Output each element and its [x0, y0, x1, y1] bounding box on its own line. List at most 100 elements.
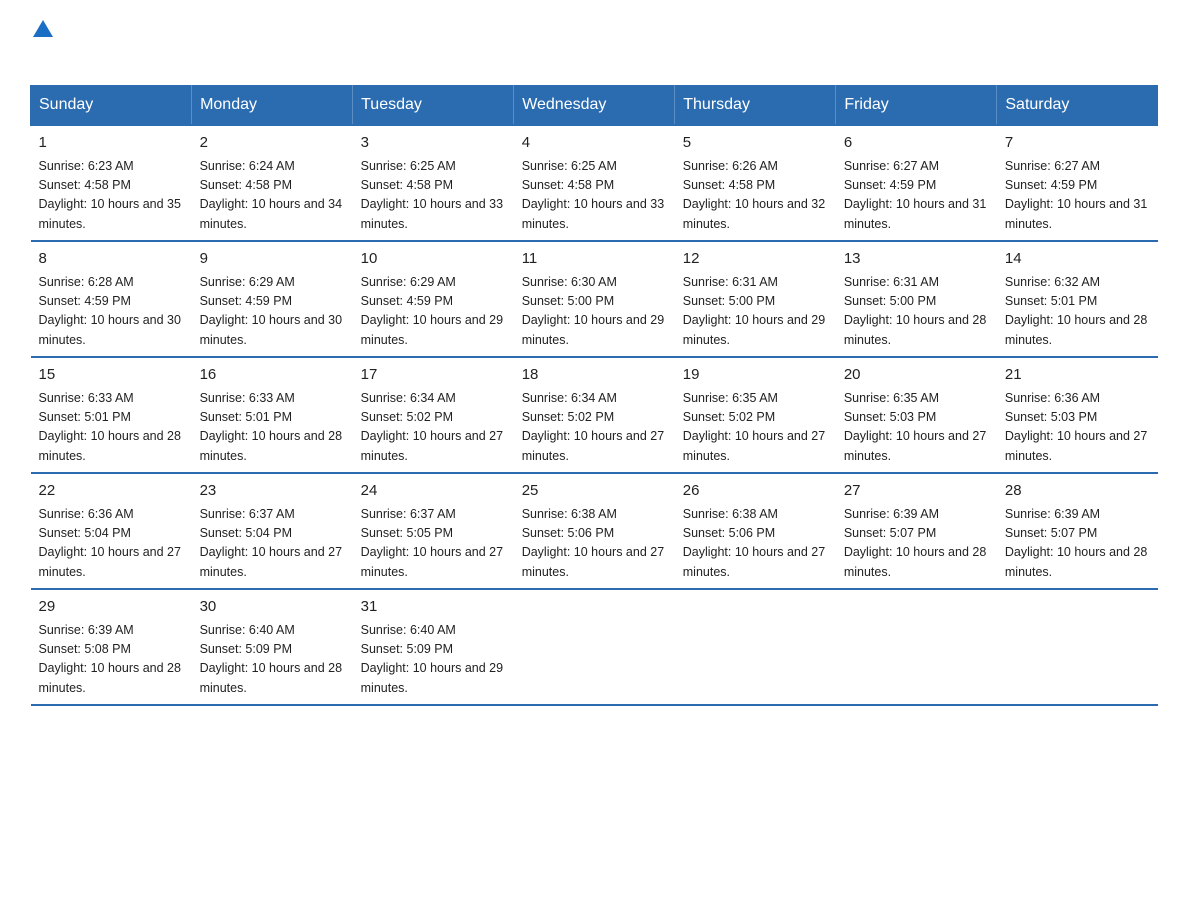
day-info: Sunrise: 6:36 AMSunset: 5:03 PMDaylight:… [1005, 389, 1150, 467]
day-number: 19 [683, 364, 828, 387]
calendar-cell: 13Sunrise: 6:31 AMSunset: 5:00 PMDayligh… [836, 241, 997, 357]
day-info: Sunrise: 6:28 AMSunset: 4:59 PMDaylight:… [39, 273, 184, 351]
day-info: Sunrise: 6:27 AMSunset: 4:59 PMDaylight:… [1005, 157, 1150, 235]
logo [30, 20, 53, 67]
day-number: 23 [200, 480, 345, 503]
calendar-cell: 17Sunrise: 6:34 AMSunset: 5:02 PMDayligh… [353, 357, 514, 473]
calendar-cell: 31Sunrise: 6:40 AMSunset: 5:09 PMDayligh… [353, 589, 514, 705]
day-info: Sunrise: 6:24 AMSunset: 4:58 PMDaylight:… [200, 157, 345, 235]
calendar-cell: 2Sunrise: 6:24 AMSunset: 4:58 PMDaylight… [192, 125, 353, 241]
calendar-cell: 18Sunrise: 6:34 AMSunset: 5:02 PMDayligh… [514, 357, 675, 473]
header-col-sunday: Sunday [31, 86, 192, 126]
calendar-cell: 24Sunrise: 6:37 AMSunset: 5:05 PMDayligh… [353, 473, 514, 589]
day-info: Sunrise: 6:33 AMSunset: 5:01 PMDaylight:… [39, 389, 184, 467]
calendar-week-row: 8Sunrise: 6:28 AMSunset: 4:59 PMDaylight… [31, 241, 1159, 357]
day-number: 16 [200, 364, 345, 387]
page-header [30, 20, 1158, 67]
day-info: Sunrise: 6:37 AMSunset: 5:04 PMDaylight:… [200, 505, 345, 583]
header-col-tuesday: Tuesday [353, 86, 514, 126]
day-number: 17 [361, 364, 506, 387]
calendar-cell: 5Sunrise: 6:26 AMSunset: 4:58 PMDaylight… [675, 125, 836, 241]
day-number: 9 [200, 248, 345, 271]
calendar-cell: 9Sunrise: 6:29 AMSunset: 4:59 PMDaylight… [192, 241, 353, 357]
calendar-cell: 15Sunrise: 6:33 AMSunset: 5:01 PMDayligh… [31, 357, 192, 473]
calendar-cell: 4Sunrise: 6:25 AMSunset: 4:58 PMDaylight… [514, 125, 675, 241]
calendar-body: 1Sunrise: 6:23 AMSunset: 4:58 PMDaylight… [31, 125, 1159, 705]
day-number: 1 [39, 132, 184, 155]
day-number: 31 [361, 596, 506, 619]
calendar-cell: 22Sunrise: 6:36 AMSunset: 5:04 PMDayligh… [31, 473, 192, 589]
day-info: Sunrise: 6:39 AMSunset: 5:07 PMDaylight:… [1005, 505, 1150, 583]
calendar-cell: 3Sunrise: 6:25 AMSunset: 4:58 PMDaylight… [353, 125, 514, 241]
day-info: Sunrise: 6:36 AMSunset: 5:04 PMDaylight:… [39, 505, 184, 583]
calendar-cell: 1Sunrise: 6:23 AMSunset: 4:58 PMDaylight… [31, 125, 192, 241]
day-info: Sunrise: 6:40 AMSunset: 5:09 PMDaylight:… [200, 621, 345, 699]
day-info: Sunrise: 6:25 AMSunset: 4:58 PMDaylight:… [522, 157, 667, 235]
calendar-cell: 30Sunrise: 6:40 AMSunset: 5:09 PMDayligh… [192, 589, 353, 705]
header-col-wednesday: Wednesday [514, 86, 675, 126]
day-info: Sunrise: 6:39 AMSunset: 5:08 PMDaylight:… [39, 621, 184, 699]
calendar-week-row: 1Sunrise: 6:23 AMSunset: 4:58 PMDaylight… [31, 125, 1159, 241]
day-number: 12 [683, 248, 828, 271]
header-row: SundayMondayTuesdayWednesdayThursdayFrid… [31, 86, 1159, 126]
day-info: Sunrise: 6:39 AMSunset: 5:07 PMDaylight:… [844, 505, 989, 583]
day-info: Sunrise: 6:31 AMSunset: 5:00 PMDaylight:… [683, 273, 828, 351]
calendar-cell: 20Sunrise: 6:35 AMSunset: 5:03 PMDayligh… [836, 357, 997, 473]
calendar-cell: 12Sunrise: 6:31 AMSunset: 5:00 PMDayligh… [675, 241, 836, 357]
calendar-cell [514, 589, 675, 705]
calendar-cell: 25Sunrise: 6:38 AMSunset: 5:06 PMDayligh… [514, 473, 675, 589]
day-info: Sunrise: 6:27 AMSunset: 4:59 PMDaylight:… [844, 157, 989, 235]
logo-triangle-icon [33, 20, 53, 37]
day-number: 21 [1005, 364, 1150, 387]
calendar-cell [675, 589, 836, 705]
day-number: 5 [683, 132, 828, 155]
day-info: Sunrise: 6:34 AMSunset: 5:02 PMDaylight:… [522, 389, 667, 467]
day-info: Sunrise: 6:30 AMSunset: 5:00 PMDaylight:… [522, 273, 667, 351]
day-info: Sunrise: 6:32 AMSunset: 5:01 PMDaylight:… [1005, 273, 1150, 351]
calendar-cell: 29Sunrise: 6:39 AMSunset: 5:08 PMDayligh… [31, 589, 192, 705]
header-col-monday: Monday [192, 86, 353, 126]
day-number: 6 [844, 132, 989, 155]
calendar-cell: 27Sunrise: 6:39 AMSunset: 5:07 PMDayligh… [836, 473, 997, 589]
calendar-table: SundayMondayTuesdayWednesdayThursdayFrid… [30, 85, 1158, 706]
day-info: Sunrise: 6:23 AMSunset: 4:58 PMDaylight:… [39, 157, 184, 235]
day-number: 29 [39, 596, 184, 619]
calendar-cell: 26Sunrise: 6:38 AMSunset: 5:06 PMDayligh… [675, 473, 836, 589]
day-info: Sunrise: 6:29 AMSunset: 4:59 PMDaylight:… [361, 273, 506, 351]
day-number: 8 [39, 248, 184, 271]
calendar-cell: 16Sunrise: 6:33 AMSunset: 5:01 PMDayligh… [192, 357, 353, 473]
calendar-cell: 14Sunrise: 6:32 AMSunset: 5:01 PMDayligh… [997, 241, 1158, 357]
day-info: Sunrise: 6:31 AMSunset: 5:00 PMDaylight:… [844, 273, 989, 351]
day-info: Sunrise: 6:35 AMSunset: 5:03 PMDaylight:… [844, 389, 989, 467]
calendar-cell: 21Sunrise: 6:36 AMSunset: 5:03 PMDayligh… [997, 357, 1158, 473]
calendar-week-row: 22Sunrise: 6:36 AMSunset: 5:04 PMDayligh… [31, 473, 1159, 589]
day-number: 22 [39, 480, 184, 503]
day-number: 27 [844, 480, 989, 503]
calendar-cell: 8Sunrise: 6:28 AMSunset: 4:59 PMDaylight… [31, 241, 192, 357]
header-col-friday: Friday [836, 86, 997, 126]
calendar-cell [836, 589, 997, 705]
day-info: Sunrise: 6:29 AMSunset: 4:59 PMDaylight:… [200, 273, 345, 351]
calendar-header: SundayMondayTuesdayWednesdayThursdayFrid… [31, 86, 1159, 126]
header-col-thursday: Thursday [675, 86, 836, 126]
day-number: 30 [200, 596, 345, 619]
day-info: Sunrise: 6:35 AMSunset: 5:02 PMDaylight:… [683, 389, 828, 467]
day-number: 11 [522, 248, 667, 271]
day-info: Sunrise: 6:38 AMSunset: 5:06 PMDaylight:… [683, 505, 828, 583]
calendar-cell: 7Sunrise: 6:27 AMSunset: 4:59 PMDaylight… [997, 125, 1158, 241]
day-number: 10 [361, 248, 506, 271]
day-number: 13 [844, 248, 989, 271]
calendar-cell: 11Sunrise: 6:30 AMSunset: 5:00 PMDayligh… [514, 241, 675, 357]
day-number: 7 [1005, 132, 1150, 155]
day-number: 15 [39, 364, 184, 387]
day-number: 25 [522, 480, 667, 503]
calendar-week-row: 29Sunrise: 6:39 AMSunset: 5:08 PMDayligh… [31, 589, 1159, 705]
calendar-cell: 10Sunrise: 6:29 AMSunset: 4:59 PMDayligh… [353, 241, 514, 357]
day-number: 20 [844, 364, 989, 387]
day-number: 2 [200, 132, 345, 155]
header-col-saturday: Saturday [997, 86, 1158, 126]
calendar-cell: 6Sunrise: 6:27 AMSunset: 4:59 PMDaylight… [836, 125, 997, 241]
calendar-week-row: 15Sunrise: 6:33 AMSunset: 5:01 PMDayligh… [31, 357, 1159, 473]
day-number: 18 [522, 364, 667, 387]
day-info: Sunrise: 6:37 AMSunset: 5:05 PMDaylight:… [361, 505, 506, 583]
